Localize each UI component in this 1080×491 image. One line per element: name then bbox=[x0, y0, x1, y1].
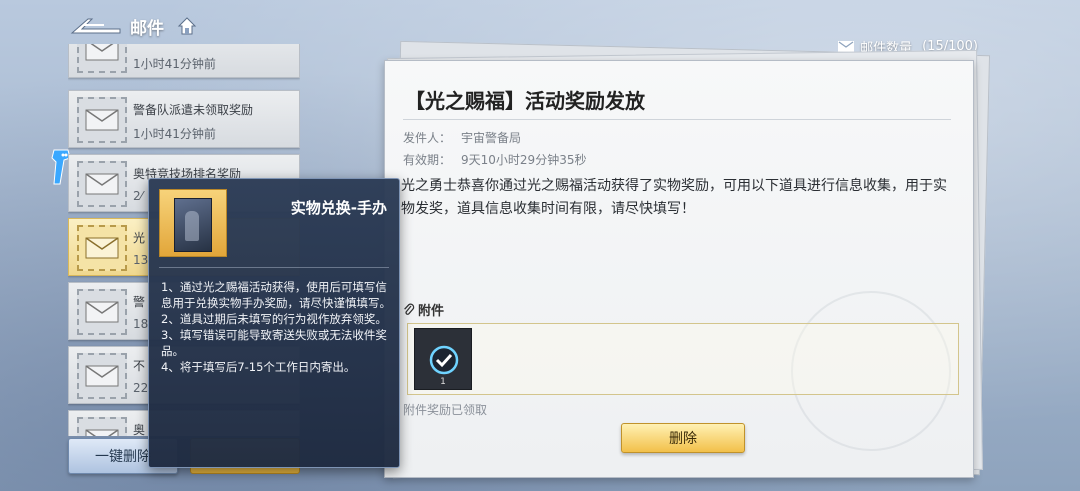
delete-button[interactable]: 删除 bbox=[621, 423, 745, 453]
header-bar: 邮件 bbox=[70, 12, 198, 40]
attachment-box: 1 bbox=[407, 323, 959, 395]
back-arrow-icon[interactable] bbox=[70, 15, 122, 37]
figure-box-icon bbox=[159, 189, 227, 257]
tooltip-line: 4、将于填写后7-15个工作日内寄出。 bbox=[161, 360, 356, 374]
validity-label: 有效期： bbox=[403, 153, 452, 167]
envelope-icon bbox=[77, 417, 127, 436]
attachment-label: 附件 bbox=[418, 304, 445, 319]
mail-time: 18 bbox=[133, 317, 149, 331]
attachment-quantity: 1 bbox=[440, 377, 446, 387]
divider bbox=[403, 119, 951, 120]
sender-row: 发件人： 宇宙警备局 bbox=[403, 129, 521, 146]
mail-time: 1小时41分钟前 bbox=[133, 127, 216, 141]
envelope-icon bbox=[77, 289, 127, 335]
mail-title: 警备队派遣未领取奖励 bbox=[133, 103, 254, 117]
envelope-icon bbox=[77, 44, 127, 73]
sender-label: 发件人： bbox=[403, 131, 452, 145]
list-item[interactable]: 1小时41分钟前 bbox=[68, 44, 300, 78]
page-title: 邮件 bbox=[130, 18, 164, 39]
paperclip-icon bbox=[404, 303, 415, 315]
mail-time: 22 bbox=[133, 381, 149, 395]
mail-subject: 【光之赐福】活动奖励发放 bbox=[405, 89, 645, 113]
tooltip-line: 1、通过光之赐福活动获得，使用后可填写信息用于兑换实物手办奖励，请尽快谨慎填写。 bbox=[161, 280, 391, 310]
envelope-icon bbox=[77, 225, 127, 271]
envelope-icon bbox=[838, 41, 855, 52]
claimed-check-icon bbox=[429, 345, 459, 375]
mail-detail-panel: 【光之赐福】活动奖励发放 发件人： 宇宙警备局 有效期： 9天10小时29分钟35秒… bbox=[384, 60, 974, 478]
tooltip-divider bbox=[159, 267, 389, 268]
validity-row: 有效期： 9天10小时29分钟35秒 bbox=[403, 151, 586, 168]
sender-value: 宇宙警备局 bbox=[461, 131, 522, 145]
mail-title: 警 bbox=[133, 295, 146, 309]
home-icon[interactable] bbox=[176, 15, 198, 37]
tooltip-description: 1、通过光之赐福活动获得，使用后可填写信息用于兑换实物手办奖励，请尽快谨慎填写。… bbox=[161, 279, 393, 375]
tooltip-line: 2、道具过期后未填写的行为视作放弃领奖。 bbox=[161, 312, 387, 326]
mail-body: 光之勇士恭喜你通过光之赐福活动获得了实物奖励，可用以下道具进行信息收集，用于实物… bbox=[401, 178, 947, 217]
mail-title: 不 bbox=[133, 359, 146, 373]
mail-title: 奥 bbox=[133, 423, 146, 436]
validity-value: 9天10小时29分钟35秒 bbox=[461, 153, 587, 167]
attachment-header: 附件 bbox=[403, 300, 444, 319]
mail-time: 13 bbox=[133, 253, 149, 267]
mail-time: 2⁄ bbox=[133, 189, 143, 203]
tooltip-line: 3、填写错误可能导致寄送失败或无法收件奖品。 bbox=[161, 328, 387, 358]
envelope-icon bbox=[77, 97, 127, 143]
envelope-icon bbox=[77, 353, 127, 399]
envelope-icon bbox=[77, 161, 127, 207]
attachment-item[interactable]: 1 bbox=[414, 328, 472, 390]
list-item[interactable]: 警备队派遣未领取奖励 1小时41分钟前 bbox=[68, 90, 300, 148]
tooltip-title: 实物兑换-手办 bbox=[290, 199, 387, 217]
mail-time: 1小时41分钟前 bbox=[133, 57, 216, 71]
item-tooltip: 实物兑换-手办 1、通过光之赐福活动获得，使用后可填写信息用于兑换实物手办奖励，… bbox=[148, 178, 400, 468]
mail-title: 光 bbox=[133, 231, 146, 245]
attachment-status: 附件奖励已领取 bbox=[403, 403, 488, 417]
